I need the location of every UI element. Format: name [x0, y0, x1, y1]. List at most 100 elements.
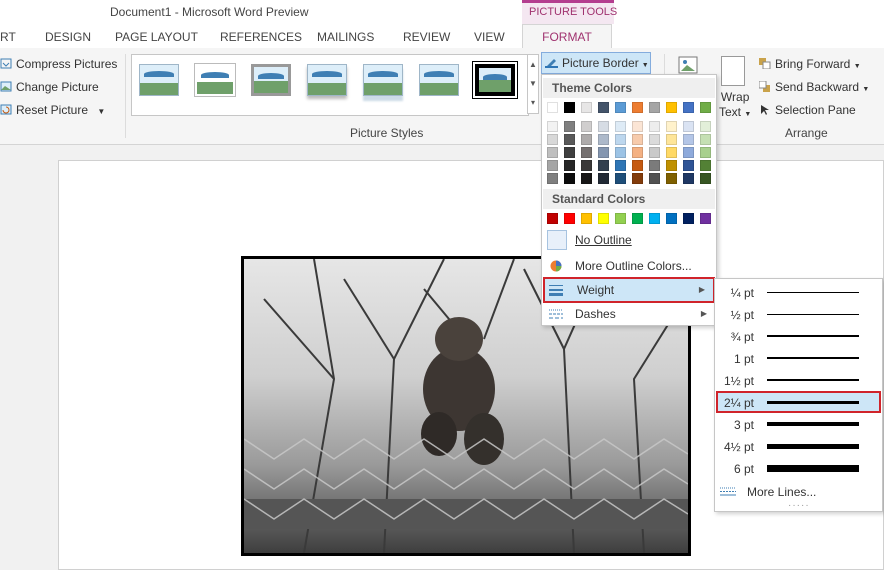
- theme-color-swatch[interactable]: [581, 102, 592, 113]
- submenu-resize-grip[interactable]: ·····: [788, 500, 810, 511]
- picture-style-thumbnail[interactable]: [251, 64, 291, 96]
- theme-shade-swatch[interactable]: [666, 160, 677, 171]
- weight-option[interactable]: ¾ pt: [716, 325, 881, 347]
- theme-shade-swatch[interactable]: [615, 121, 626, 132]
- theme-shade-swatch[interactable]: [598, 173, 609, 184]
- theme-shade-swatch[interactable]: [700, 147, 711, 158]
- theme-shade-swatch[interactable]: [615, 160, 626, 171]
- theme-shade-swatch[interactable]: [615, 173, 626, 184]
- picture-style-thumbnail[interactable]: [307, 64, 347, 96]
- theme-shade-swatch[interactable]: [632, 121, 643, 132]
- tab-mailings[interactable]: MAILINGS: [317, 30, 374, 44]
- theme-shade-swatch[interactable]: [683, 147, 694, 158]
- theme-color-swatch[interactable]: [700, 102, 711, 113]
- picture-style-thumbnail[interactable]: [195, 64, 235, 96]
- bring-forward-button[interactable]: Bring Forward ▼: [759, 57, 861, 71]
- theme-shade-swatch[interactable]: [564, 160, 575, 171]
- standard-color-swatch[interactable]: [615, 213, 626, 224]
- theme-shade-swatch[interactable]: [581, 147, 592, 158]
- weight-option[interactable]: ¼ pt: [716, 281, 881, 303]
- theme-shade-swatch[interactable]: [700, 160, 711, 171]
- standard-color-swatch[interactable]: [700, 213, 711, 224]
- theme-shade-swatch[interactable]: [632, 147, 643, 158]
- theme-shade-swatch[interactable]: [649, 160, 660, 171]
- theme-shade-swatch[interactable]: [683, 173, 694, 184]
- theme-shade-swatch[interactable]: [598, 121, 609, 132]
- standard-color-swatch[interactable]: [632, 213, 643, 224]
- standard-color-swatch[interactable]: [598, 213, 609, 224]
- theme-shade-swatch[interactable]: [683, 134, 694, 145]
- theme-shade-swatch[interactable]: [581, 160, 592, 171]
- dashes-item[interactable]: Dashes ▶: [543, 303, 715, 325]
- theme-shade-swatch[interactable]: [598, 147, 609, 158]
- reset-dropdown-icon[interactable]: ▼: [97, 107, 105, 116]
- theme-color-swatch[interactable]: [632, 102, 643, 113]
- theme-shade-swatch[interactable]: [564, 121, 575, 132]
- compress-pictures-button[interactable]: Compress Pictures: [0, 57, 117, 71]
- tab-design[interactable]: DESIGN: [45, 30, 91, 44]
- theme-shade-swatch[interactable]: [615, 134, 626, 145]
- more-outline-colors-item[interactable]: More Outline Colors...: [543, 255, 715, 277]
- theme-shade-swatch[interactable]: [683, 160, 694, 171]
- theme-shade-swatch[interactable]: [666, 147, 677, 158]
- theme-shade-swatch[interactable]: [564, 147, 575, 158]
- weight-option[interactable]: 4½ pt: [716, 435, 881, 457]
- theme-shade-swatch[interactable]: [564, 173, 575, 184]
- weight-option[interactable]: 6 pt: [716, 457, 881, 479]
- theme-shade-swatch[interactable]: [547, 134, 558, 145]
- theme-shade-swatch[interactable]: [598, 160, 609, 171]
- standard-color-swatch[interactable]: [649, 213, 660, 224]
- theme-shade-swatch[interactable]: [547, 160, 558, 171]
- theme-shade-swatch[interactable]: [581, 121, 592, 132]
- theme-color-swatch[interactable]: [649, 102, 660, 113]
- standard-color-swatch[interactable]: [683, 213, 694, 224]
- gallery-scroll-buttons[interactable]: ▲ ▼ ▾: [527, 54, 539, 114]
- selection-pane-button[interactable]: Selection Pane: [759, 103, 856, 117]
- weight-option[interactable]: 3 pt: [716, 413, 881, 435]
- theme-shade-swatch[interactable]: [564, 134, 575, 145]
- tab-review[interactable]: REVIEW: [403, 30, 450, 44]
- theme-color-swatch[interactable]: [547, 102, 558, 113]
- tab-insert-partial[interactable]: RT: [0, 30, 16, 44]
- theme-color-swatch[interactable]: [598, 102, 609, 113]
- standard-color-swatch[interactable]: [581, 213, 592, 224]
- picture-style-thumbnail[interactable]: [475, 64, 515, 96]
- tab-page-layout[interactable]: PAGE LAYOUT: [115, 30, 198, 44]
- picture-style-thumbnail[interactable]: [139, 64, 179, 96]
- theme-shade-swatch[interactable]: [700, 134, 711, 145]
- theme-shade-swatch[interactable]: [649, 121, 660, 132]
- theme-shade-swatch[interactable]: [683, 121, 694, 132]
- theme-shade-swatch[interactable]: [649, 147, 660, 158]
- tab-references[interactable]: REFERENCES: [220, 30, 302, 44]
- theme-shade-swatch[interactable]: [547, 173, 558, 184]
- weight-option[interactable]: 1½ pt: [716, 369, 881, 391]
- picture-style-thumbnail[interactable]: [363, 64, 403, 96]
- theme-shade-swatch[interactable]: [700, 121, 711, 132]
- theme-color-swatch[interactable]: [564, 102, 575, 113]
- theme-shade-swatch[interactable]: [666, 134, 677, 145]
- tab-view[interactable]: VIEW: [474, 30, 505, 44]
- theme-shade-swatch[interactable]: [581, 173, 592, 184]
- weight-option[interactable]: ½ pt: [716, 303, 881, 325]
- theme-color-swatch[interactable]: [666, 102, 677, 113]
- tab-format[interactable]: FORMAT: [522, 24, 612, 49]
- theme-color-swatch[interactable]: [683, 102, 694, 113]
- picture-style-thumbnail[interactable]: [419, 64, 459, 96]
- theme-shade-swatch[interactable]: [581, 134, 592, 145]
- no-outline-item[interactable]: No Outline: [543, 229, 715, 251]
- weight-option[interactable]: 2¼ pt: [716, 391, 881, 413]
- theme-shade-swatch[interactable]: [547, 121, 558, 132]
- wrap-text-icon[interactable]: [721, 56, 745, 86]
- theme-shade-swatch[interactable]: [632, 134, 643, 145]
- more-lines-item[interactable]: More Lines...: [747, 485, 816, 499]
- standard-color-swatch[interactable]: [666, 213, 677, 224]
- weight-item[interactable]: Weight ▶: [543, 277, 715, 303]
- theme-shade-swatch[interactable]: [700, 173, 711, 184]
- theme-shade-swatch[interactable]: [632, 160, 643, 171]
- theme-shade-swatch[interactable]: [547, 147, 558, 158]
- weight-option[interactable]: 1 pt: [716, 347, 881, 369]
- standard-color-swatch[interactable]: [547, 213, 558, 224]
- theme-shade-swatch[interactable]: [649, 173, 660, 184]
- change-picture-button[interactable]: Change Picture: [0, 80, 99, 94]
- theme-shade-swatch[interactable]: [666, 173, 677, 184]
